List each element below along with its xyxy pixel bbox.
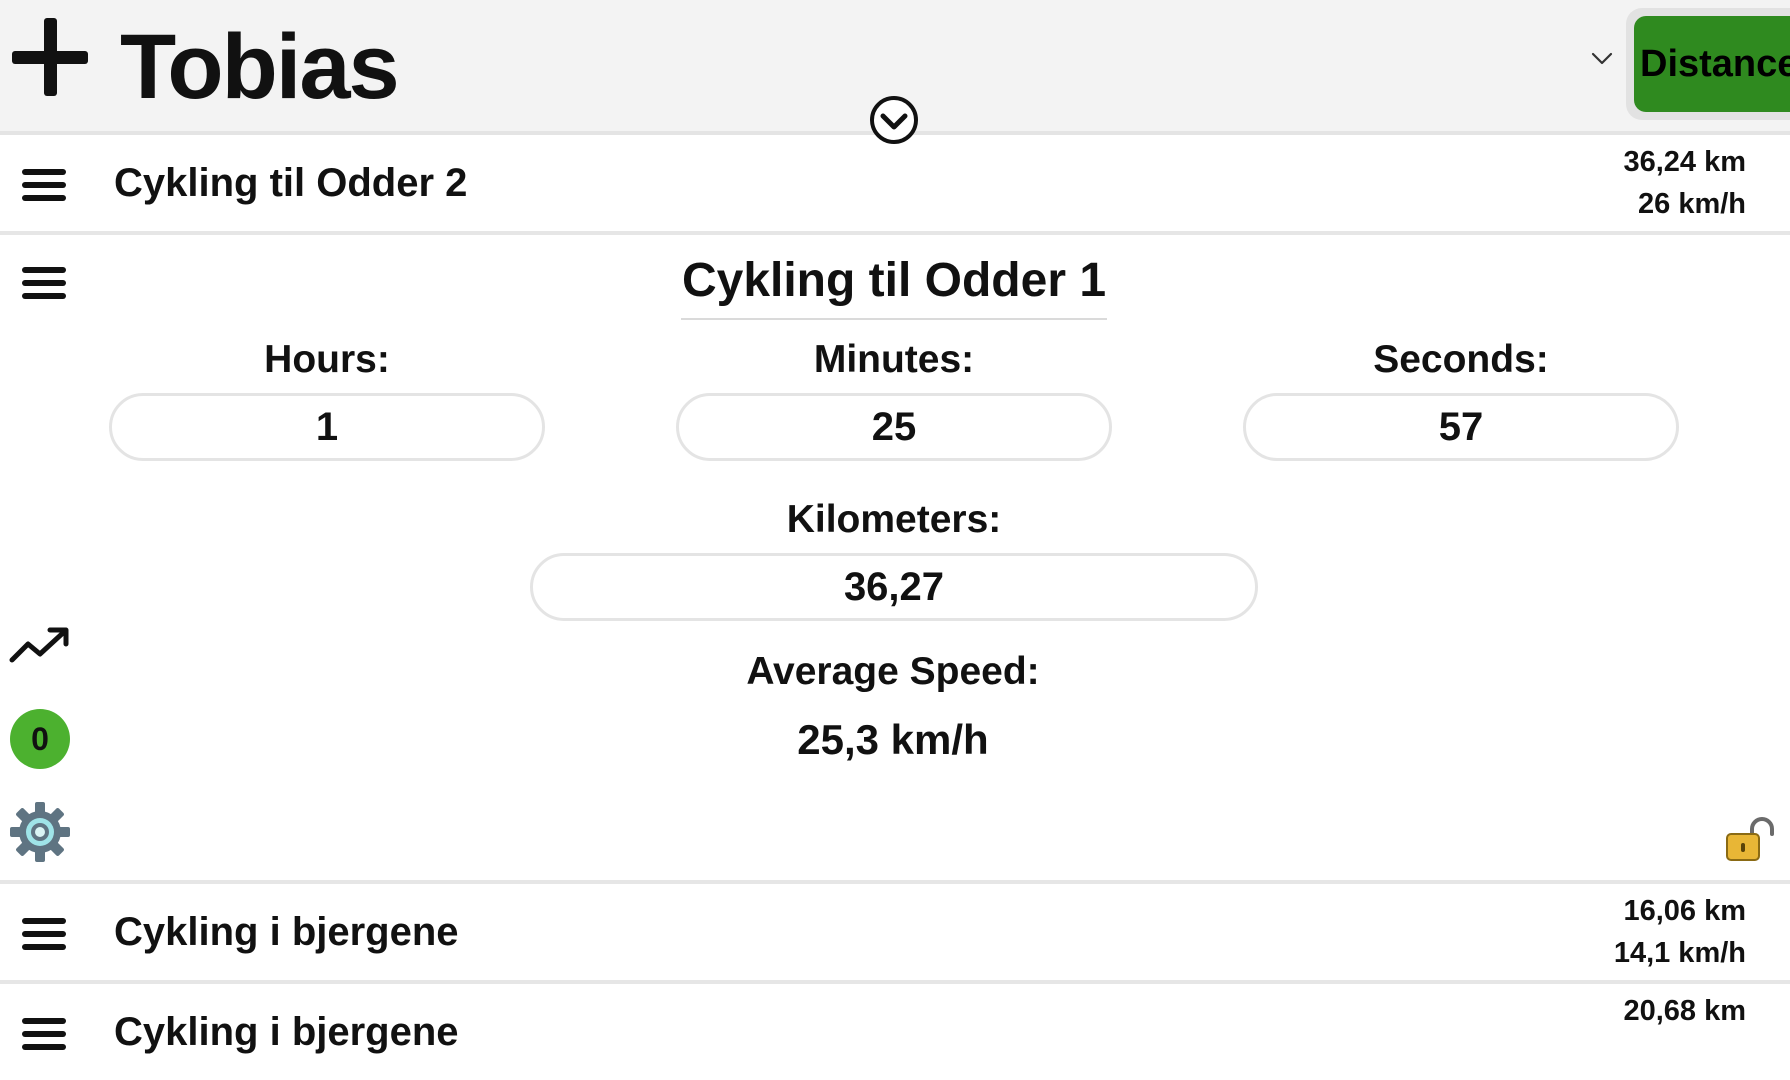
list-item-stats: 16,06 km 14,1 km/h bbox=[1614, 890, 1746, 974]
distance-mode-button[interactable]: Distance bbox=[1634, 16, 1790, 112]
list-item[interactable]: Cykling til Odder 2 36,24 km 26 km/h bbox=[0, 135, 1790, 235]
chevron-down-icon[interactable] bbox=[1591, 52, 1613, 66]
minutes-input[interactable]: 25 bbox=[676, 393, 1112, 461]
menu-icon[interactable] bbox=[22, 267, 66, 303]
add-plus-icon[interactable] bbox=[12, 18, 92, 98]
list-item-stats: 20,68 km bbox=[1623, 990, 1746, 1032]
chevron-down-circle-icon[interactable] bbox=[868, 94, 920, 146]
lock-open-icon[interactable] bbox=[1724, 816, 1780, 862]
list-item-speed: 14,1 km/h bbox=[1613, 937, 1746, 969]
list-item-title: Cykling i bjergene bbox=[114, 1010, 459, 1054]
seconds-input[interactable]: 57 bbox=[1243, 393, 1679, 461]
entry-title[interactable]: Cykling til Odder 1 bbox=[681, 253, 1107, 320]
seconds-label: Seconds: bbox=[1373, 338, 1549, 381]
list-item[interactable]: Cykling i bjergene 16,06 km 14,1 km/h bbox=[0, 884, 1790, 984]
page-title: Tobias bbox=[120, 16, 400, 118]
gear-icon[interactable] bbox=[8, 800, 72, 864]
mode-select[interactable]: Distance bbox=[1626, 8, 1790, 120]
average-speed-value: 25,3 km/h bbox=[797, 716, 989, 763]
trend-up-icon[interactable] bbox=[8, 624, 72, 668]
minutes-label: Minutes: bbox=[813, 338, 975, 381]
list-item-distance: 36,24 km bbox=[1623, 146, 1746, 178]
menu-icon[interactable] bbox=[22, 169, 66, 205]
count-badge[interactable]: 0 bbox=[10, 709, 70, 769]
list-item-distance: 16,06 km bbox=[1623, 895, 1746, 927]
average-speed-label: Average Speed: bbox=[746, 650, 1040, 693]
list-item-title: Cykling i bjergene bbox=[114, 910, 459, 954]
kilometers-input[interactable]: 36,27 bbox=[530, 553, 1258, 621]
menu-icon[interactable] bbox=[22, 1018, 66, 1054]
list-item-title: Cykling til Odder 2 bbox=[114, 161, 468, 205]
list-item-stats: 36,24 km 26 km/h bbox=[1623, 141, 1746, 225]
list-item[interactable]: Cykling i bjergene 20,68 km bbox=[0, 984, 1790, 1080]
hours-label: Hours: bbox=[264, 338, 390, 381]
menu-icon[interactable] bbox=[22, 918, 66, 954]
hours-input[interactable]: 1 bbox=[109, 393, 545, 461]
kilometers-label: Kilometers: bbox=[786, 498, 1002, 541]
list-item-distance: 20,68 km bbox=[1623, 995, 1746, 1027]
list-item-speed: 26 km/h bbox=[1638, 188, 1746, 220]
